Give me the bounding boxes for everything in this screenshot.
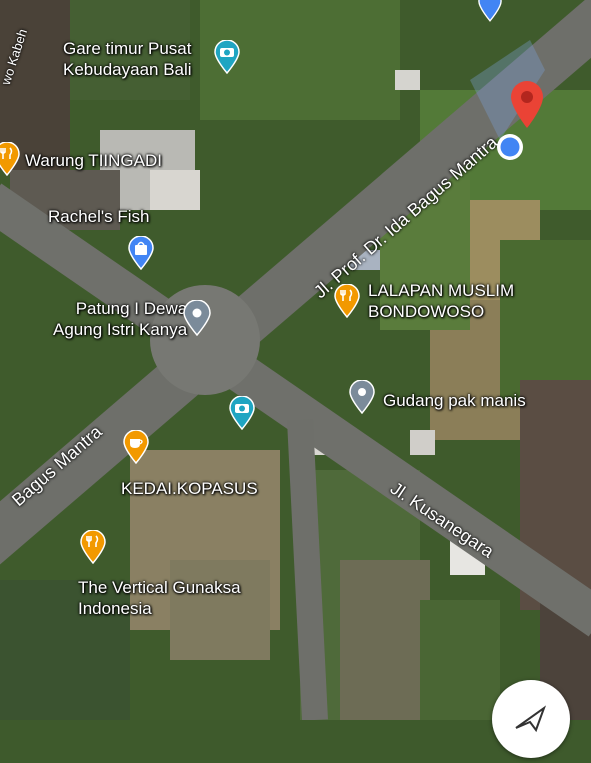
- camera-icon[interactable]: [229, 395, 255, 435]
- place-label-vertical[interactable]: The Vertical Gunaksa Indonesia: [78, 577, 241, 619]
- place-label-rachels[interactable]: Rachel's Fish: [48, 206, 150, 227]
- place-label-patung[interactable]: Patung I Dewa Agung Istri Kanya: [53, 298, 187, 340]
- shopping-bag-icon[interactable]: [128, 235, 154, 275]
- place-label-kedai[interactable]: KEDAI.KOPASUS: [121, 478, 258, 499]
- place-label-lalapan[interactable]: LALAPAN MUSLIM BONDOWOSO: [368, 280, 514, 322]
- place-label-gudang[interactable]: Gudang pak manis: [383, 390, 526, 411]
- place-label-gare[interactable]: Gare timur Pusat Kebudayaan Bali: [63, 38, 192, 80]
- camera-icon[interactable]: [214, 39, 240, 79]
- destination-pin-icon[interactable]: [509, 80, 545, 135]
- restaurant-icon[interactable]: [334, 283, 360, 323]
- place-icon[interactable]: [183, 299, 211, 341]
- cafe-icon[interactable]: [123, 429, 149, 469]
- shopping-bag-icon[interactable]: [478, 0, 502, 27]
- current-location-icon: [496, 133, 524, 166]
- navigation-arrow-icon: [515, 705, 547, 733]
- restaurant-icon[interactable]: [0, 141, 20, 181]
- compass-button[interactable]: [492, 680, 570, 758]
- place-icon[interactable]: [349, 379, 375, 419]
- place-label-warung[interactable]: Warung TIINGADI: [25, 150, 162, 171]
- restaurant-icon[interactable]: [80, 529, 106, 569]
